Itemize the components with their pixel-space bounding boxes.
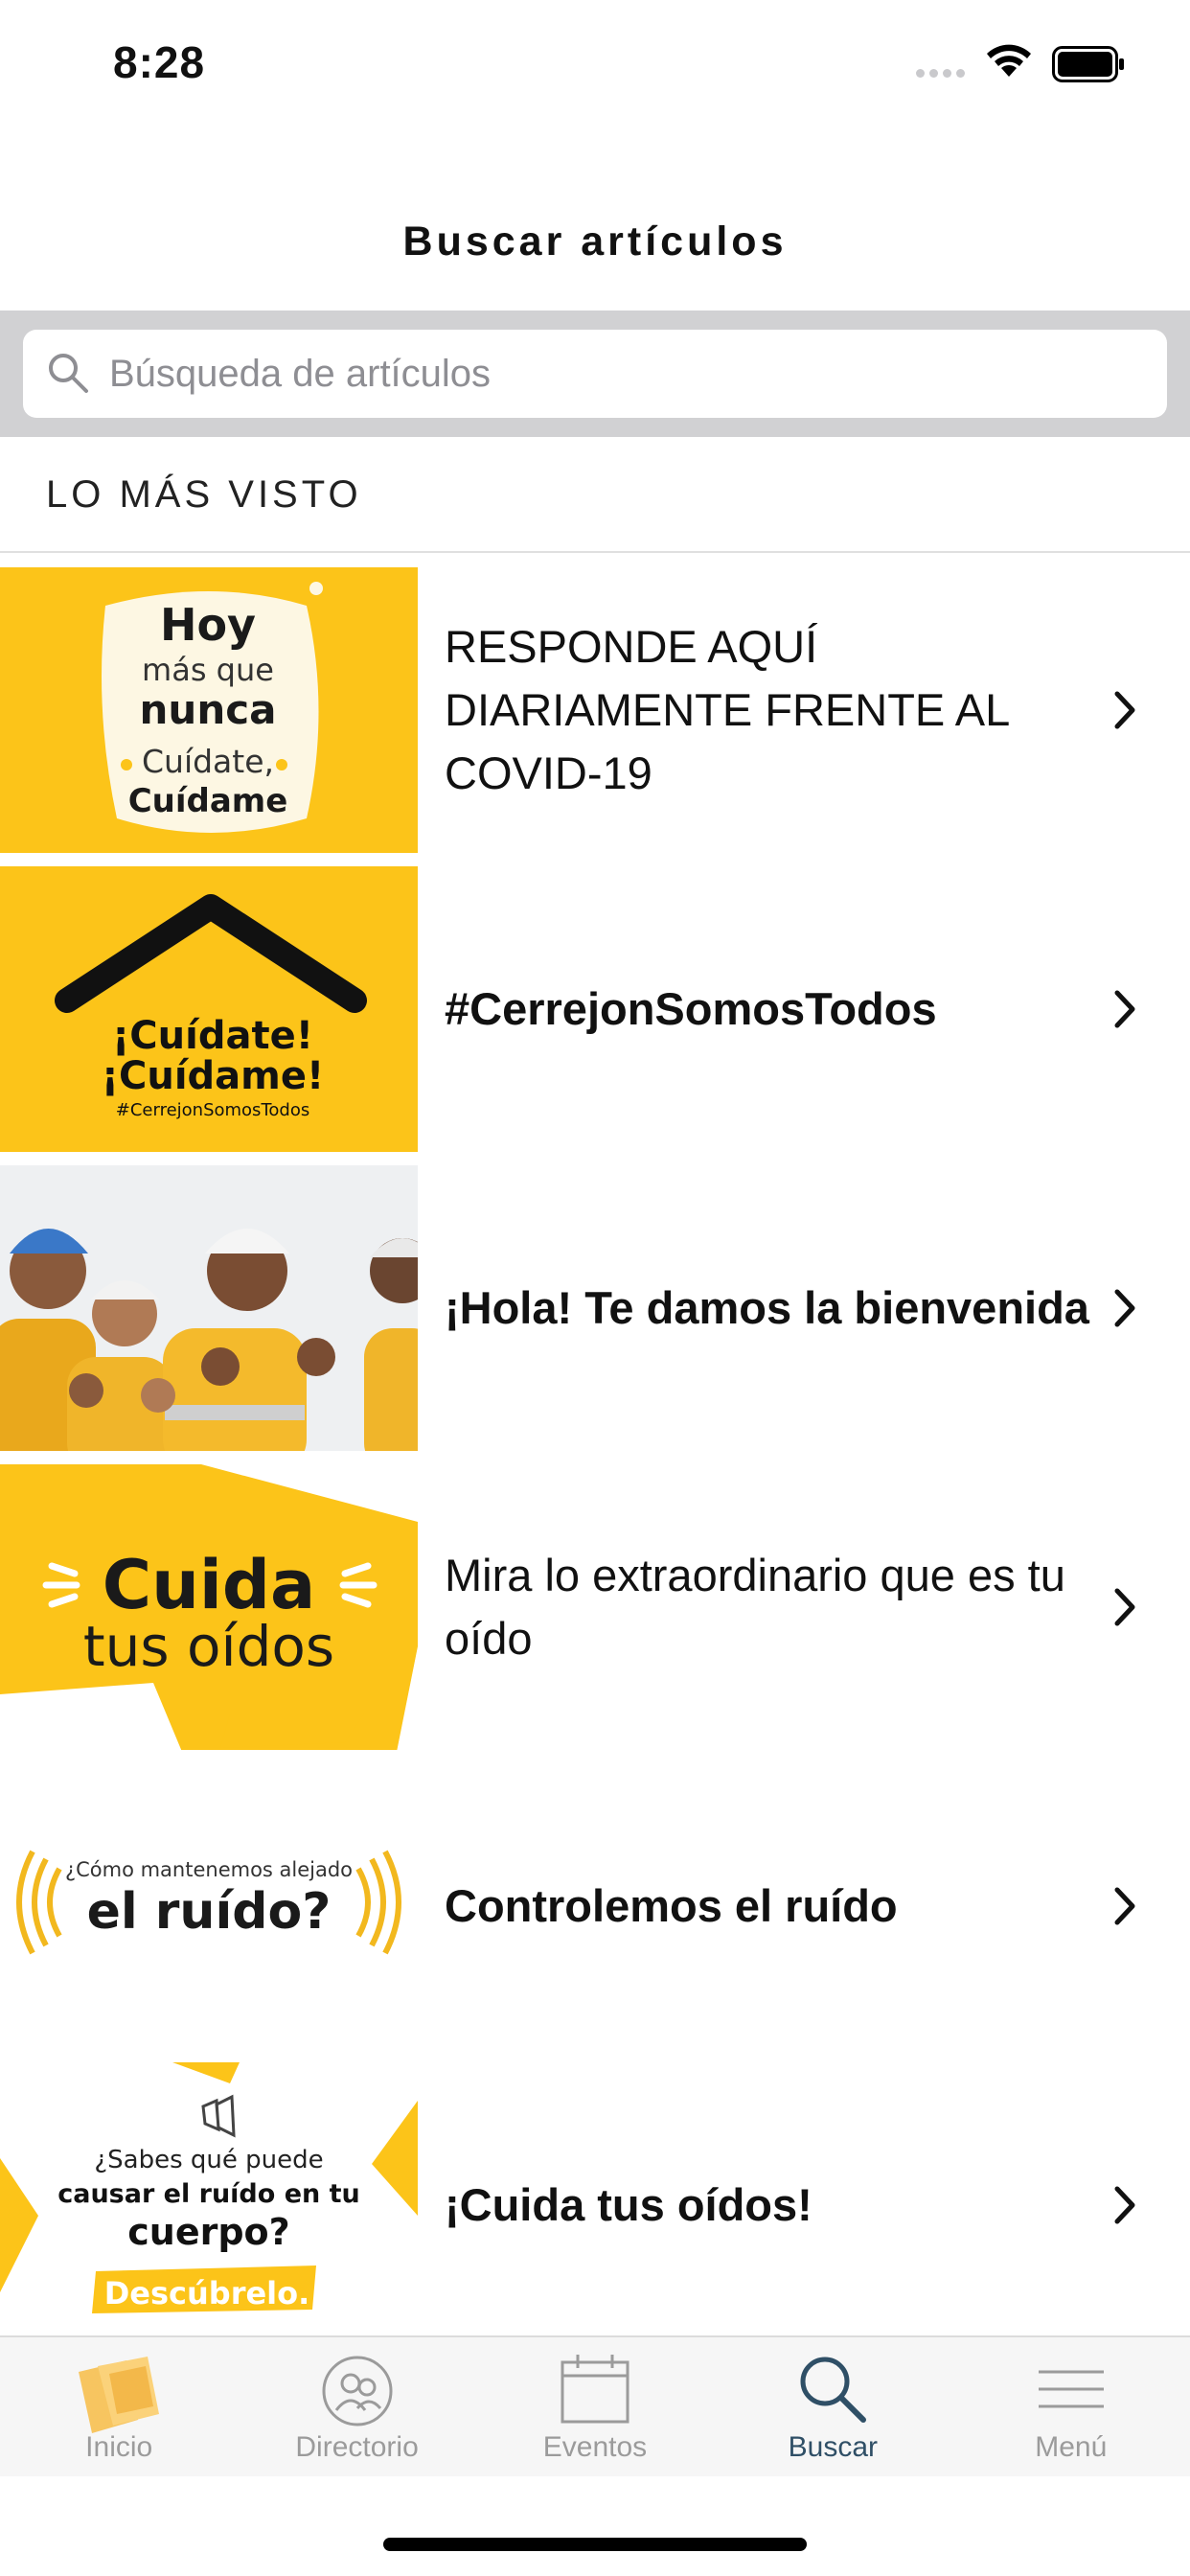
tab-buscar[interactable]: Buscar — [714, 2337, 951, 2478]
article-row[interactable]: ¡Hola! Te damos la bienvenida — [0, 1165, 1190, 1451]
chevron-right-icon — [1114, 691, 1135, 729]
article-title: ¡Hola! Te damos la bienvenida — [445, 1282, 1089, 1334]
article-title: ¡Cuida tus oídos! — [445, 2179, 812, 2231]
divider — [0, 551, 1190, 553]
tab-eventos[interactable]: Eventos — [476, 2337, 714, 2478]
cellular-signal-icon — [916, 69, 965, 78]
calendar-icon — [561, 2355, 629, 2424]
article-thumbnail: ¿Cómo mantenemos alejado el ruído? — [0, 1763, 418, 2049]
tab-label: Menú — [1035, 2431, 1108, 2463]
svg-text:tus oídos: tus oídos — [83, 1614, 334, 1679]
search-field[interactable] — [23, 330, 1167, 418]
battery-icon — [1052, 46, 1124, 82]
article-title: #CerrejonSomosTodos — [445, 983, 937, 1035]
chevron-right-icon — [1114, 1588, 1135, 1626]
chevron-right-icon — [1114, 1887, 1135, 1925]
wifi-icon — [987, 44, 1031, 77]
article-thumbnail: ¡Cuídate! ¡Cuídame! #CerrejonSomosTodos — [0, 866, 418, 1152]
article-row[interactable]: Hoy más que nunca Cuídate, Cuídame RESPO… — [0, 567, 1190, 853]
article-row[interactable]: ¿Sabes qué puede causar el ruído en tu c… — [0, 2062, 1190, 2348]
tab-directorio[interactable]: Directorio — [238, 2337, 475, 2478]
svg-text:Descúbrelo.: Descúbrelo. — [104, 2275, 310, 2312]
svg-text:Hoy: Hoy — [160, 599, 256, 651]
svg-text:el ruído?: el ruído? — [87, 1883, 332, 1941]
svg-text:más que: más que — [142, 652, 274, 688]
chevron-right-icon — [1114, 1289, 1135, 1327]
status-time: 8:28 — [113, 37, 206, 87]
article-thumbnail — [0, 1165, 418, 1451]
article-title: Mira lo extraordinario que es tu oído — [445, 1550, 1065, 1664]
tab-label: Inicio — [85, 2431, 153, 2463]
article-title: Controlemos el ruído — [445, 1880, 898, 1932]
svg-text:causar el ruído en tu: causar el ruído en tu — [57, 2179, 360, 2209]
article-row[interactable]: ¡Cuídate! ¡Cuídame! #CerrejonSomosTodos … — [0, 866, 1190, 1152]
chevron-right-icon — [1114, 2186, 1135, 2224]
svg-text:cuerpo?: cuerpo? — [127, 2211, 289, 2253]
tab-label: Directorio — [295, 2431, 419, 2463]
svg-text:Cuídame: Cuídame — [128, 782, 288, 820]
svg-text:nunca: nunca — [140, 686, 277, 733]
search-icon — [49, 354, 88, 393]
article-row[interactable]: Cuida tus oídos Mira lo extraordinario q… — [0, 1464, 1190, 1750]
article-thumbnail: Cuida tus oídos — [0, 1464, 418, 1750]
hamburger-menu-icon — [1038, 2370, 1104, 2408]
page-title: Buscar artículos — [402, 218, 788, 264]
article-row[interactable]: ¿Cómo mantenemos alejado el ruído? Contr… — [0, 1763, 1190, 2049]
tab-label: Buscar — [788, 2431, 879, 2463]
svg-text:¡Cuídame!: ¡Cuídame! — [102, 1054, 324, 1098]
directory-people-icon — [322, 2356, 393, 2426]
section-header: LO MÁS VISTO — [46, 473, 362, 516]
search-icon — [800, 2357, 867, 2423]
home-indicator[interactable] — [383, 2538, 807, 2551]
tab-label: Eventos — [542, 2431, 648, 2463]
tab-menu[interactable]: Menú — [952, 2337, 1190, 2478]
svg-text:¿Sabes qué puede: ¿Sabes qué puede — [94, 2146, 323, 2174]
article-thumbnail: Hoy más que nunca Cuídate, Cuídame — [0, 567, 418, 853]
safe-area-bottom — [0, 2476, 1190, 2576]
search-input[interactable] — [109, 330, 1144, 418]
svg-text:Cuídate,: Cuídate, — [142, 743, 274, 780]
search-bar — [0, 310, 1190, 437]
article-title: RESPONDE AQUÍ DIARIAMENTE FRENTE AL COVI… — [445, 621, 1009, 798]
svg-text:Cuida: Cuida — [103, 1546, 316, 1624]
status-bar: 8:28 — [0, 0, 1190, 126]
svg-text:#CerrejonSomosTodos: #CerrejonSomosTodos — [116, 1100, 309, 1120]
svg-text:¿Cómo mantenemos alejado: ¿Cómo mantenemos alejado — [65, 1858, 353, 1881]
article-thumbnail: ¿Sabes qué puede causar el ruído en tu c… — [0, 2062, 418, 2348]
tab-inicio[interactable]: Inicio — [0, 2337, 238, 2478]
chevron-right-icon — [1114, 990, 1135, 1028]
tab-bar: Inicio Directorio Eventos Buscar Menú — [0, 2335, 1190, 2476]
home-logo-icon — [79, 2357, 160, 2433]
svg-text:¡Cuídate!: ¡Cuídate! — [112, 1014, 313, 1058]
